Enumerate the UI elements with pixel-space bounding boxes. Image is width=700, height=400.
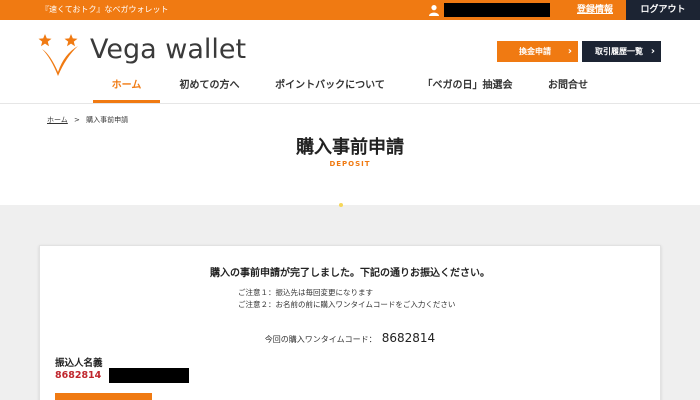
logout-button[interactable]: ログアウト (626, 0, 700, 20)
nav-item-contact[interactable]: お問合せ (542, 77, 594, 103)
page-subtitle: DEPOSIT (329, 160, 371, 168)
deposit-confirmation-card: 購入の事前申請が完了しました。下記の通りお振込ください。 ご注意１：振込先は毎回… (39, 245, 661, 400)
note-2: ご注意２：お名前の前に購入ワンタイムコードをご入力ください (238, 300, 456, 309)
nav-item-pointback[interactable]: ポイントバックについて (270, 77, 390, 103)
header: Vega wallet 換金申請 › 取引履歴一覧 › ホーム 初めての方へ ポ… (0, 20, 700, 207)
nav-item-home[interactable]: ホーム (93, 77, 160, 103)
nav-item-vega-day-lottery[interactable]: 「ベガの日」抽選会 (416, 77, 519, 103)
page-root: 『速くておトク』なベガウォレット 登録情報 ログアウト Vega wallet … (0, 0, 700, 400)
top-bar: 『速くておトク』なベガウォレット 登録情報 ログアウト (0, 0, 700, 20)
onetime-code-line: 今回の購入ワンタイムコード： 8682814 (40, 327, 660, 346)
chevron-right-icon: › (567, 46, 572, 57)
payer-name-label: 振込人名義 (55, 358, 103, 369)
payer-name-code: 8682814 (55, 370, 102, 381)
onetime-code-value: 8682814 (381, 331, 436, 345)
breadcrumb-current: 購入事前申請 (86, 116, 129, 124)
nav-item-beginners[interactable]: 初めての方へ (173, 77, 246, 103)
user-name-redacted (444, 3, 550, 17)
onetime-code-label: 今回の購入ワンタイムコード： (264, 335, 377, 344)
action-button[interactable] (55, 393, 152, 400)
tagline: 『速くておトク』なベガウォレット (41, 5, 169, 14)
chevron-right-icon: › (650, 46, 655, 57)
main-nav: ホーム 初めての方へ ポイントバックについて 「ベガの日」抽選会 お問合せ (0, 77, 700, 103)
confirmation-message: 購入の事前申請が完了しました。下記の通りお振込ください。 (210, 268, 490, 279)
transaction-history-button[interactable]: 取引履歴一覧 › (582, 41, 661, 62)
nav-divider (0, 103, 700, 104)
logo-text[interactable]: Vega wallet (90, 34, 246, 65)
note-1: ご注意１：振込先は毎回変更になります (238, 288, 373, 297)
decorative-dot (339, 203, 343, 207)
register-info-link[interactable]: 登録情報 (565, 0, 625, 20)
breadcrumb-home-link[interactable]: ホーム (47, 116, 68, 124)
exchange-request-label: 換金申請 (519, 47, 551, 56)
vega-logo-icon[interactable] (38, 32, 86, 78)
breadcrumb: ホーム > 購入事前申請 (47, 115, 128, 125)
breadcrumb-separator: > (74, 116, 80, 124)
payer-name-redacted (109, 368, 189, 383)
page-title: 購入事前申請 (296, 137, 404, 158)
transaction-history-label: 取引履歴一覧 (595, 47, 643, 56)
user-icon (429, 5, 439, 16)
exchange-request-button[interactable]: 換金申請 › (497, 41, 578, 62)
